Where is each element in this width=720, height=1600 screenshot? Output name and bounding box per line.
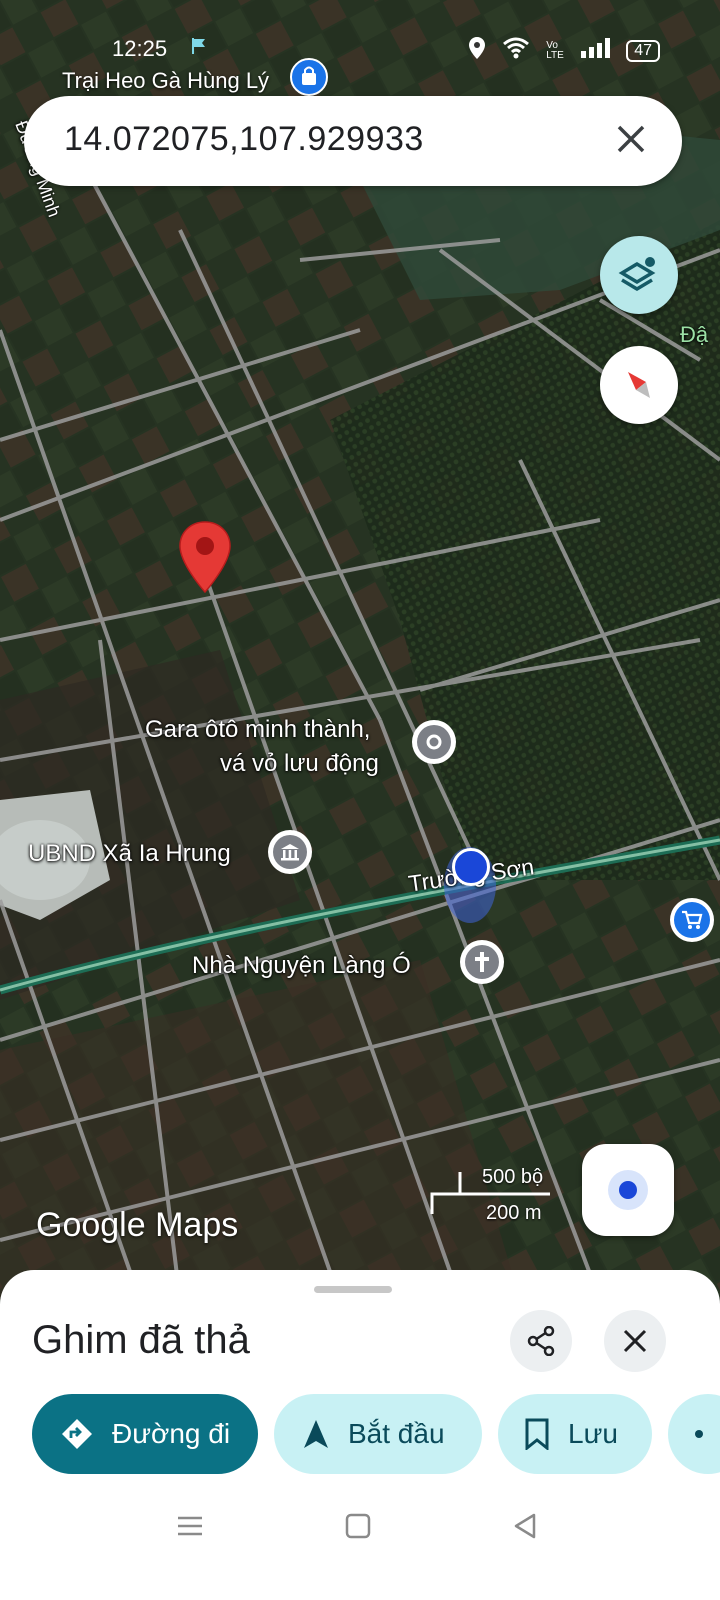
- clock: 12:25: [112, 36, 168, 61]
- directions-label: Đường đi: [112, 1418, 231, 1449]
- compass-icon: [628, 372, 650, 398]
- location-icon[interactable]: [412, 720, 456, 764]
- system-navigation-bar: [0, 1494, 720, 1574]
- my-location-icon: [608, 1170, 648, 1210]
- layers-button[interactable]: [600, 236, 678, 314]
- shopping-bag-icon[interactable]: [290, 58, 328, 96]
- close-icon: [617, 125, 645, 153]
- start-button[interactable]: Bắt đầu: [274, 1394, 482, 1474]
- place-label-nha-nguyen[interactable]: Nhà Nguyện Làng Ó: [192, 952, 411, 980]
- dropped-pin-marker[interactable]: [178, 520, 232, 599]
- my-location-dot: [452, 848, 490, 886]
- search-bar[interactable]: 14.072075,107.929933: [24, 96, 682, 186]
- government-icon[interactable]: [268, 830, 312, 874]
- volte-label: Vo LTE: [546, 40, 564, 61]
- share-button[interactable]: [510, 1310, 572, 1372]
- place-label-top[interactable]: Trại Heo Gà Hùng Lý: [62, 68, 269, 94]
- directions-icon: [60, 1417, 94, 1451]
- layers-icon: [618, 257, 656, 292]
- cross-icon[interactable]: [460, 940, 504, 984]
- drag-handle[interactable]: [314, 1286, 392, 1293]
- signal-icon: [580, 37, 611, 65]
- save-button[interactable]: Lưu: [498, 1394, 652, 1474]
- compass-button[interactable]: [600, 346, 678, 424]
- navigation-arrow-icon: [302, 1418, 330, 1450]
- more-actions-chip[interactable]: [668, 1394, 720, 1474]
- flag-icon: [190, 36, 208, 62]
- google-maps-logo: Google Maps: [36, 1206, 239, 1244]
- satellite-imagery: [0, 0, 720, 1300]
- directions-button[interactable]: Đường đi: [32, 1394, 258, 1474]
- status-bar: 12:25 Vo LTE 47: [0, 30, 720, 66]
- close-icon: [623, 1329, 647, 1353]
- shopping-cart-icon[interactable]: [670, 898, 714, 942]
- home-icon[interactable]: [344, 1512, 372, 1545]
- place-label-gara-line2[interactable]: vá vỏ lưu động: [220, 750, 379, 778]
- back-icon[interactable]: [512, 1512, 540, 1545]
- menu-icon[interactable]: [176, 1512, 204, 1545]
- sheet-title: Ghim đã thả: [32, 1318, 250, 1362]
- location-status-icon: [468, 36, 486, 66]
- scale-imperial: 500 bộ: [482, 1166, 544, 1188]
- place-label-ubnd[interactable]: UBND Xã Ia Hrung: [28, 840, 231, 868]
- close-sheet-button[interactable]: [604, 1310, 666, 1372]
- battery-indicator: 47: [626, 40, 660, 62]
- start-label: Bắt đầu: [348, 1418, 445, 1449]
- share-icon: [527, 1326, 555, 1356]
- edge-place-label: Đậ: [680, 322, 709, 347]
- bookmark-icon: [524, 1418, 550, 1450]
- my-location-button[interactable]: [582, 1144, 674, 1236]
- clear-search-button[interactable]: [610, 118, 652, 160]
- search-input[interactable]: 14.072075,107.929933: [64, 120, 424, 159]
- wifi-icon: [502, 37, 530, 65]
- more-icon: [694, 1429, 704, 1439]
- scale-metric: 200 m: [486, 1202, 542, 1224]
- map-view[interactable]: 12:25 Vo LTE 47 Trại Heo Gà Hùng Lý Đườn…: [0, 0, 720, 1300]
- place-label-gara-line1[interactable]: Gara ôtô minh thành,: [145, 716, 370, 744]
- save-label: Lưu: [568, 1418, 618, 1449]
